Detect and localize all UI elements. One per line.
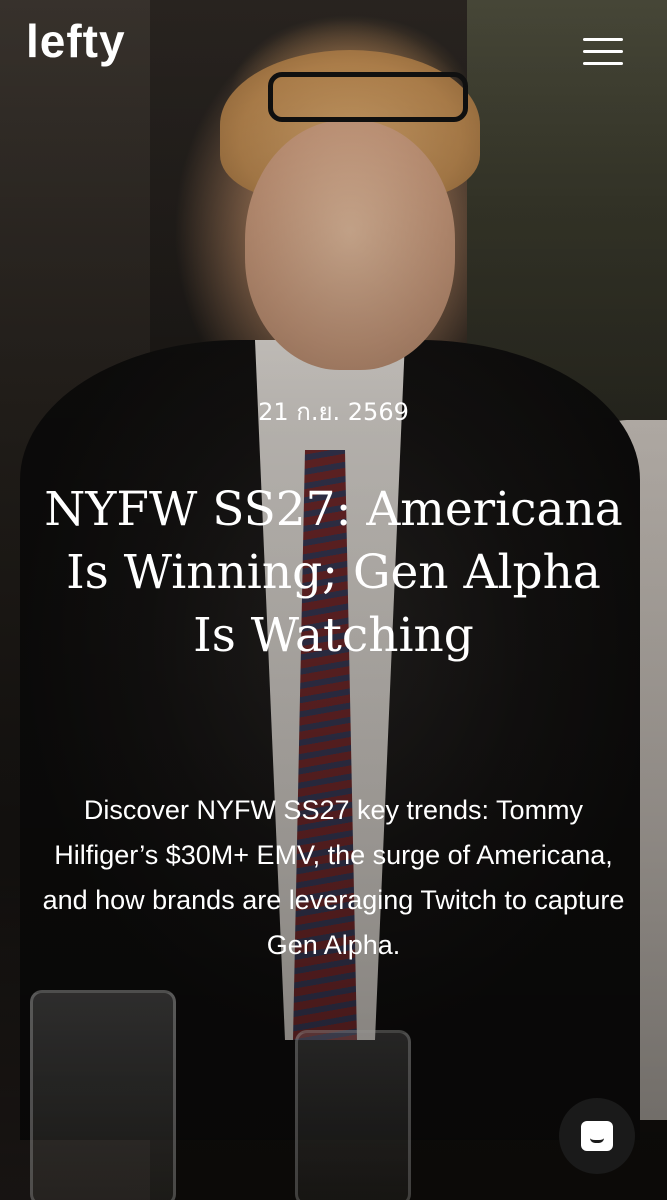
- lefty-logo[interactable]: lefty: [26, 18, 126, 64]
- hero-section: lefty 21 ก.ย. 2569 NYFW SS27: Americana …: [0, 0, 667, 1200]
- menu-line: [583, 50, 623, 53]
- hamburger-menu-icon[interactable]: [583, 36, 623, 68]
- article-title: NYFW SS27: Americana Is Winning; Gen Alp…: [44, 482, 623, 663]
- chat-launcher-button[interactable]: [559, 1098, 635, 1174]
- chat-bubble-icon: [581, 1121, 613, 1151]
- menu-line: [583, 62, 623, 65]
- article-description: Discover NYFW SS27 key trends: Tommy Hil…: [42, 795, 625, 960]
- article-date: 21 ก.ย. 2569: [258, 398, 409, 426]
- menu-line: [583, 38, 623, 41]
